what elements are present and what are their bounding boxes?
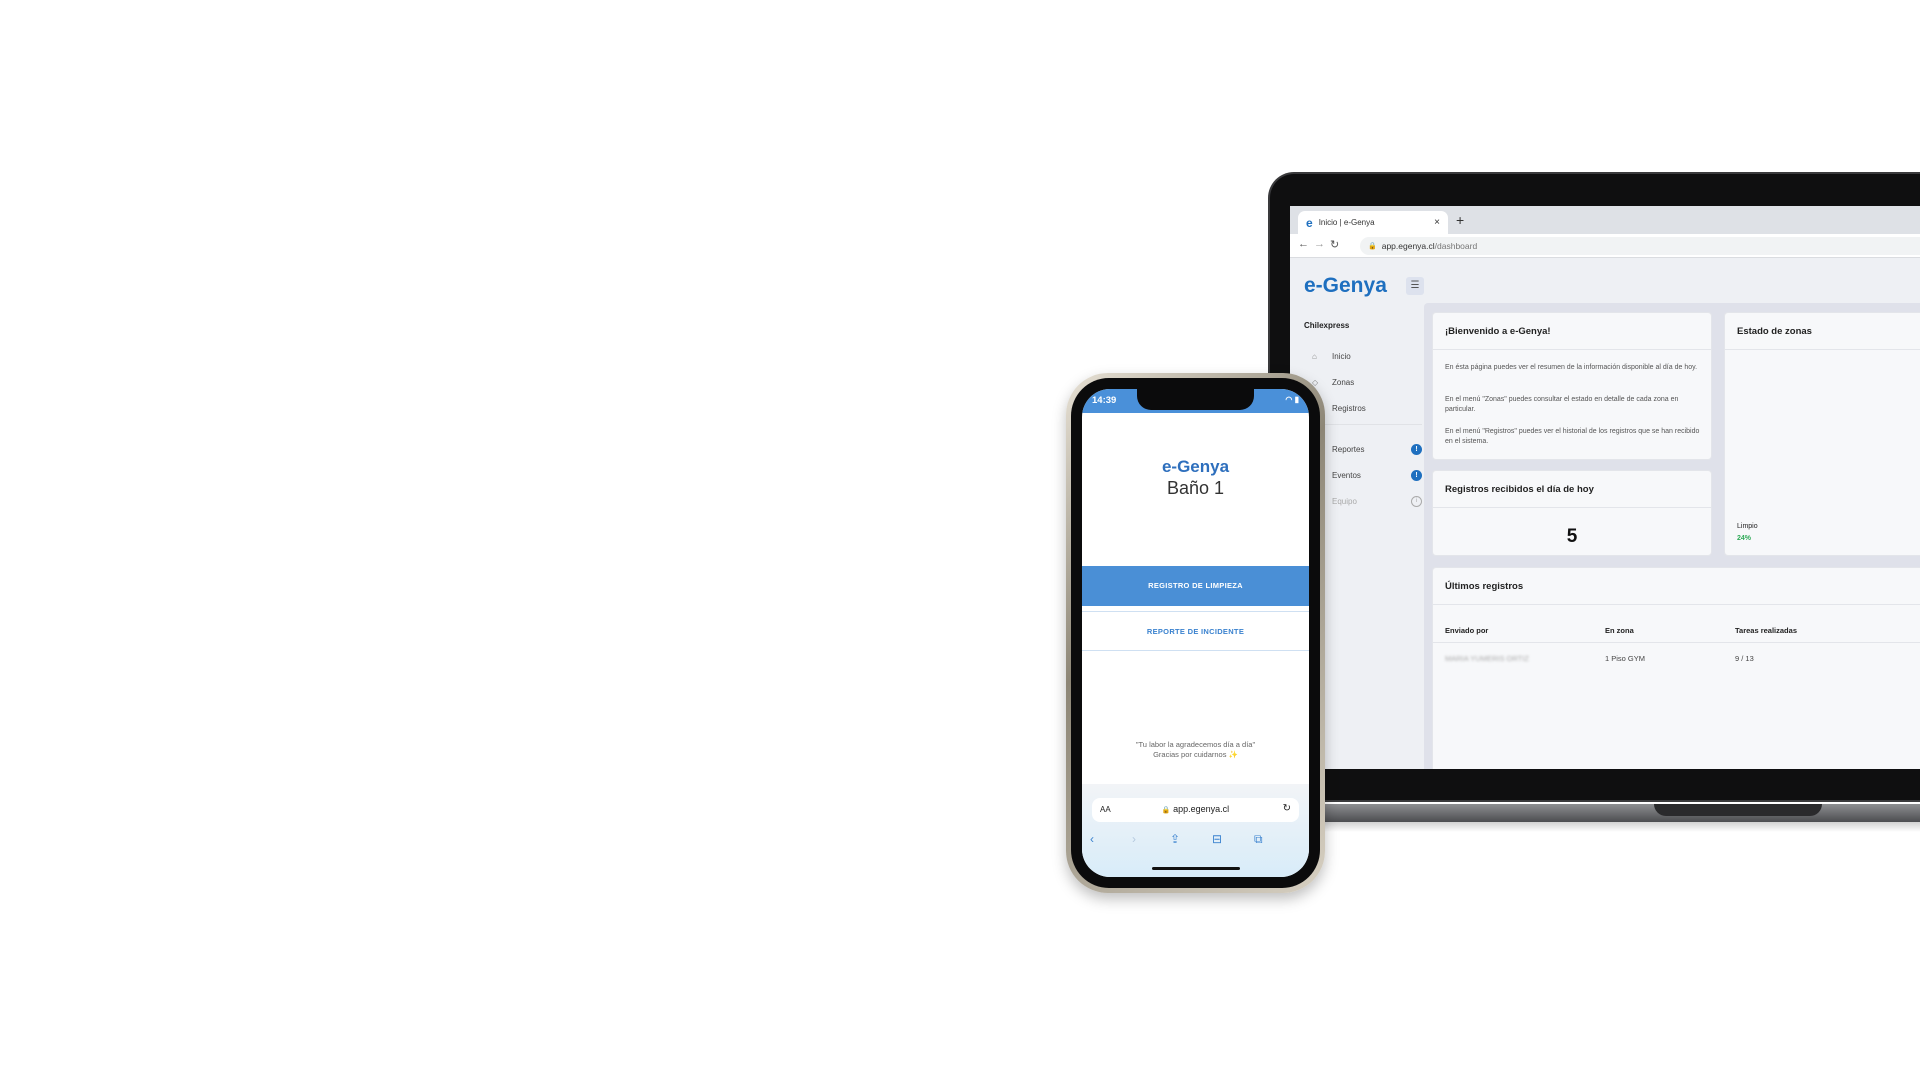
phone-screen: 14:39 ◠ ▮ e-Genya Baño 1 REGISTRO DE LIM…: [1082, 389, 1309, 877]
back-arrow-icon[interactable]: ‹: [1090, 832, 1094, 846]
phone-mockup: 14:39 ◠ ▮ e-Genya Baño 1 REGISTRO DE LIM…: [1066, 373, 1325, 893]
browser-toolbar: ← → ↻ 🔒 app.egenya.cl/dashboard: [1290, 234, 1920, 258]
sidebar-item-label: Zonas: [1332, 377, 1355, 387]
lock-icon: 🔒: [1368, 243, 1377, 250]
sidebar-item-eventos[interactable]: ▯ Eventos !: [1312, 467, 1422, 483]
table-cell-sender: MARIA YUMERIS ORTIZ: [1445, 654, 1529, 663]
card-divider: [1433, 507, 1711, 508]
safari-url: 🔒 app.egenya.cl: [1092, 804, 1299, 814]
sidebar-item-label: Equipo: [1332, 496, 1357, 506]
incident-report-button[interactable]: REPORTE DE INCIDENTE: [1082, 611, 1309, 651]
organization-name: Chilexpress: [1304, 321, 1350, 330]
today-records-card: Registros recibidos el día de hoy 5: [1432, 470, 1712, 556]
sidebar-item-label: Registros: [1332, 403, 1366, 413]
zone-status-percent: 24%: [1737, 535, 1752, 542]
browser-tab[interactable]: e Inicio | e-Genya ×: [1298, 211, 1448, 234]
url-host: app.egenya.cl: [1381, 241, 1435, 251]
table-divider: [1433, 642, 1920, 643]
welcome-paragraph: En el menú "Zonas" puedes consultar el e…: [1445, 396, 1679, 413]
last-records-card: Últimos registros Enviado por En zona Ta…: [1432, 567, 1920, 769]
sidebar-item-label: Inicio: [1332, 351, 1351, 361]
thanks-line-1: "Tu labor la agradecemos día a día": [1135, 740, 1256, 749]
sidebar-item-reportes[interactable]: ▭ Reportes !: [1312, 441, 1422, 457]
wifi-battery-icon: ◠ ▮: [1285, 395, 1299, 404]
safari-address-bar[interactable]: AA 🔒 app.egenya.cl ↻: [1092, 798, 1299, 822]
laptop-shadow: [1298, 822, 1920, 832]
sidebar-item-label: Eventos: [1332, 470, 1361, 480]
card-divider: [1433, 604, 1920, 605]
today-records-count: 5: [1566, 526, 1578, 547]
bookmarks-icon[interactable]: ⊟: [1212, 832, 1222, 846]
cleaning-record-button[interactable]: REGISTRO DE LIMPIEZA: [1082, 566, 1309, 606]
column-header: Enviado por: [1445, 626, 1489, 635]
laptop-screen: e Inicio | e-Genya × + ← → ↻ 🔒 app.egeny…: [1290, 206, 1920, 769]
column-header: En zona: [1605, 626, 1634, 635]
sidebar-item-label: Reportes: [1332, 444, 1365, 454]
hamburger-menu-icon[interactable]: ☰: [1406, 277, 1424, 295]
close-tab-icon[interactable]: ×: [1434, 217, 1440, 228]
lock-icon: 🔒: [1161, 807, 1171, 814]
safari-url-text: app.egenya.cl: [1173, 804, 1230, 814]
status-time: 14:39: [1092, 395, 1117, 406]
share-icon[interactable]: ⇪: [1170, 832, 1180, 846]
back-arrow-icon[interactable]: ←: [1298, 238, 1309, 250]
thanks-message: "Tu labor la agradecemos día a día" Grac…: [1082, 740, 1309, 760]
product-showcase: e Inicio | e-Genya × + ← → ↻ 🔒 app.egeny…: [0, 0, 1920, 1080]
card-divider: [1725, 349, 1920, 350]
welcome-card: ¡Bienvenido a e-Genya! En ésta página pu…: [1432, 312, 1712, 460]
welcome-title: ¡Bienvenido a e-Genya!: [1445, 326, 1551, 337]
laptop-base: [1286, 804, 1920, 822]
sidebar-item-equipo[interactable]: ⚇ Equipo i: [1312, 493, 1422, 509]
mobile-app-title: e-Genya: [1161, 457, 1230, 476]
tab-title: Inicio | e-Genya: [1318, 218, 1375, 227]
card-divider: [1433, 349, 1711, 350]
alert-badge-icon: !: [1411, 443, 1422, 455]
home-indicator: [1152, 867, 1240, 870]
zone-status-title: Estado de zonas: [1737, 326, 1812, 337]
sidebar-item-inicio[interactable]: ⌂ Inicio: [1312, 348, 1422, 364]
table-cell-zone: 1 Piso GYM: [1605, 654, 1646, 663]
welcome-paragraph: En el menú "Registros" puedes ver el his…: [1445, 428, 1700, 445]
info-icon[interactable]: i: [1411, 495, 1422, 507]
welcome-paragraph: En ésta página puedes ver el resumen de …: [1445, 364, 1698, 371]
favicon-icon: e: [1306, 215, 1313, 230]
sidebar-item-registros[interactable]: ▯ Registros: [1312, 400, 1422, 416]
zone-status-card: Estado de zonas Limpio 24%: [1724, 312, 1920, 556]
today-records-title: Registros recibidos el día de hoy: [1445, 484, 1594, 495]
zone-status-label: Limpio: [1737, 523, 1758, 530]
home-icon: ⌂: [1312, 351, 1317, 361]
browser-tab-bar: e Inicio | e-Genya × +: [1290, 206, 1920, 234]
new-tab-button[interactable]: +: [1456, 212, 1464, 228]
table-cell-tasks: 9 / 13: [1735, 654, 1754, 663]
tabs-icon[interactable]: ⧉: [1254, 832, 1263, 847]
forward-arrow-icon[interactable]: ›: [1132, 832, 1136, 846]
column-header: Tareas realizadas: [1735, 626, 1797, 635]
sidebar-item-zonas[interactable]: ◇ Zonas: [1312, 374, 1422, 390]
forward-arrow-icon[interactable]: →: [1314, 238, 1325, 250]
alert-badge-icon: !: [1411, 469, 1422, 481]
laptop-mockup: e Inicio | e-Genya × + ← → ↻ 🔒 app.egeny…: [1268, 172, 1920, 832]
address-bar[interactable]: 🔒 app.egenya.cl/dashboard: [1360, 237, 1920, 255]
reload-icon[interactable]: ↻: [1283, 803, 1291, 814]
safari-toolbar: AA 🔒 app.egenya.cl ↻ ‹ › ⇪ ⊟ ⧉: [1082, 784, 1309, 877]
last-records-title: Últimos registros: [1445, 581, 1524, 592]
app-logo[interactable]: e-Genya: [1304, 274, 1387, 298]
reload-icon[interactable]: ↻: [1330, 238, 1339, 251]
phone-notch: [1137, 389, 1254, 410]
url-path: /dashboard: [1434, 241, 1478, 251]
thanks-line-2: Gracias por cuidarnos ✨: [1153, 750, 1238, 759]
zone-name: Baño 1: [1166, 478, 1225, 498]
laptop-notch: [1654, 804, 1822, 816]
